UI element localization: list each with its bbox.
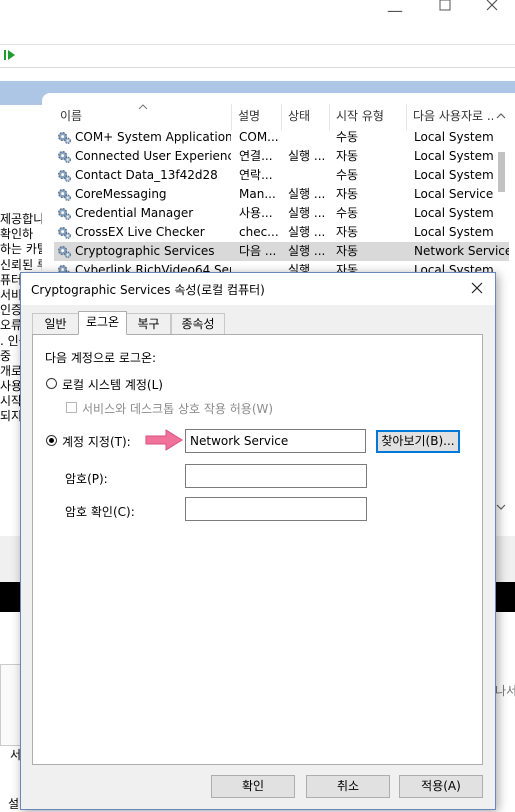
cancel-button[interactable]: 취소	[306, 775, 390, 798]
tab-recovery[interactable]: 복구	[126, 313, 171, 334]
this-account-label: 계정 지정(T):	[62, 435, 131, 449]
service-gear-icon	[58, 226, 71, 239]
cell-desc: 사용...	[239, 206, 273, 220]
cell-status: 실행 ...	[288, 225, 326, 239]
ok-button[interactable]: 확인	[211, 775, 295, 798]
column-header-status[interactable]: 상태	[282, 104, 330, 130]
interact-desktop-checkbox[interactable]	[66, 402, 77, 413]
cell-startup: 수동	[336, 206, 359, 220]
cell-name: COM+ System Application	[75, 130, 231, 144]
cell-status: 실행 ...	[288, 206, 326, 220]
cell-name: Contact Data_13f42d28	[75, 168, 218, 182]
confirm-password-field[interactable]	[185, 497, 367, 521]
cell-name: CoreMessaging	[75, 187, 167, 201]
column-header-logon-as[interactable]: 다음 사용자로 ...	[407, 104, 493, 130]
table-row[interactable]: Cryptographic Services 다음 ... 실행 ... 자동 Netw…	[54, 242, 509, 261]
dialog-title: Cryptographic Services 속성(로컬 컴퓨터)	[31, 283, 265, 297]
cell-name: CrossEX Live Checker	[75, 225, 205, 239]
cell-desc: 다음 ...	[239, 244, 277, 258]
service-gear-icon	[58, 245, 71, 258]
this-account-radio[interactable]	[46, 435, 57, 446]
tab-dependencies[interactable]: 종속성	[171, 313, 225, 334]
cell-startup: 자동	[336, 244, 359, 258]
pointer-arrow-icon	[145, 429, 183, 451]
column-header-status-label: 상태	[288, 109, 311, 123]
tab-dependencies-label: 종속성	[181, 317, 215, 331]
cell-name: Cryptographic Services	[75, 244, 215, 258]
confirm-password-label: 암호 확인(C):	[65, 505, 135, 519]
table-row[interactable]: CoreMessaging Man... 실행 ... 자동 Local Service	[54, 185, 509, 204]
logon-tab-panel	[32, 334, 483, 765]
tab-logon-label: 로그온	[85, 315, 120, 329]
cell-status: 실행 ...	[288, 244, 326, 258]
cell-startup: 자동	[336, 187, 359, 201]
account-input[interactable]: Network Service	[185, 429, 366, 453]
column-header-logon-as-label: 다음 사용자로 ...	[413, 109, 493, 123]
tab-general-label: 일반	[44, 317, 67, 331]
cell-desc: 연락...	[239, 168, 273, 182]
table-row[interactable]: Credential Manager 사용... 실행 ... 수동 Local Sys…	[54, 204, 509, 223]
cell-startup: 자동	[336, 225, 359, 239]
sort-ascending-icon	[138, 104, 148, 110]
apply-button[interactable]: 적용(A)	[399, 775, 483, 798]
column-header-description-label: 설명	[238, 109, 261, 123]
cell-status: 실행 ...	[288, 187, 326, 201]
cell-desc: 연결...	[239, 149, 273, 163]
description-line: 확인하	[0, 227, 34, 242]
minimize-icon[interactable]: —	[380, 3, 410, 28]
properties-dialog: Cryptographic Services 속성(로컬 컴퓨터) 일반 복구 …	[20, 272, 496, 810]
description-line: 신뢰된 루	[0, 257, 48, 272]
tab-general[interactable]: 일반	[32, 313, 79, 334]
service-gear-icon	[58, 207, 71, 220]
cell-startup: 자동	[336, 149, 359, 163]
lower-left-text-2: 설	[8, 797, 20, 811]
local-system-label: 로컬 시스템 계정(L)	[62, 378, 163, 392]
toolbar	[0, 45, 515, 68]
cell-status: 실행 ...	[288, 149, 326, 163]
cell-name: Connected User Experience...	[75, 149, 231, 163]
interact-desktop-label: 서비스와 데스크톱 상호 작용 허용(W)	[82, 402, 274, 416]
cell-startup: 수동	[336, 130, 359, 144]
password-field[interactable]	[185, 464, 367, 488]
cell-desc: COM...	[239, 130, 279, 144]
close-window-icon[interactable]	[477, 0, 507, 22]
table-row[interactable]: COM+ System Application COM... 수동 Local Sys…	[54, 128, 509, 147]
service-gear-icon	[58, 131, 71, 144]
column-header-description[interactable]: 설명	[232, 104, 282, 130]
table-row[interactable]: Connected User Experience... 연결... 실행 ... 자…	[54, 147, 509, 166]
description-line: 하는 카탈	[0, 242, 48, 257]
tab-recovery-label: 복구	[137, 317, 160, 331]
column-header-name-label: 이름	[60, 109, 83, 123]
cell-desc: chec...	[239, 225, 279, 239]
cell-startup: 수동	[336, 168, 359, 182]
cell-name: Credential Manager	[75, 206, 194, 220]
column-header-name[interactable]: 이름	[54, 104, 232, 130]
description-line: 제공합니	[0, 212, 45, 226]
tab-logon[interactable]: 로그온	[78, 311, 127, 335]
password-label: 암호(P):	[65, 472, 108, 486]
play-icon[interactable]	[4, 50, 16, 60]
service-gear-icon	[58, 188, 71, 201]
table-row[interactable]: CrossEX Live Checker chec... 실행 ... 자동 Local…	[54, 223, 509, 242]
logon-as-label: 다음 계정으로 로그온:	[45, 351, 157, 365]
column-header-startup-type[interactable]: 시작 유형	[330, 104, 407, 130]
service-gear-icon	[58, 150, 71, 163]
dialog-close-icon[interactable]	[467, 278, 487, 298]
lower-right-text: 나서 으	[495, 684, 515, 698]
lower-window-panel	[0, 664, 22, 746]
cell-desc: Man...	[239, 187, 276, 201]
column-header-startup-type-label: 시작 유형	[336, 109, 384, 123]
maximize-icon[interactable]	[430, 0, 460, 22]
local-system-radio[interactable]	[46, 378, 57, 389]
table-row[interactable]: Contact Data_13f42d28 연락... 수동 Local System	[54, 166, 509, 185]
service-gear-icon	[58, 169, 71, 182]
browse-button[interactable]: 찾아보기(B)...	[376, 430, 460, 453]
